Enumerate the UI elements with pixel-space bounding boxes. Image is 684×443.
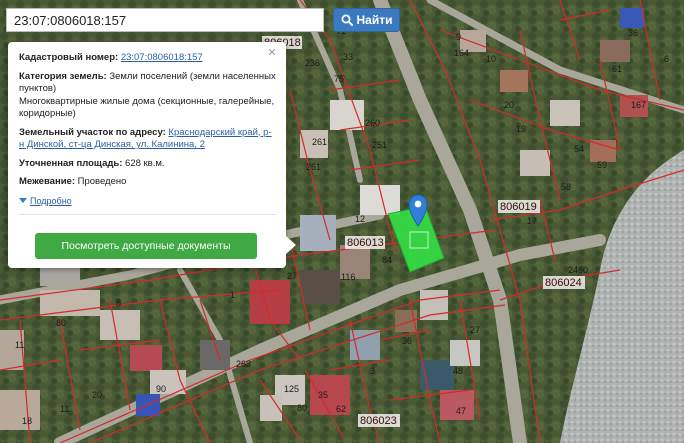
survey-value: Проведено bbox=[77, 176, 127, 187]
details-toggle[interactable]: Подробно bbox=[19, 195, 276, 208]
cadastral-number-label: Кадастровый номер: bbox=[19, 52, 119, 63]
parcel-label: 18 bbox=[22, 416, 32, 426]
parcel-label: 3 bbox=[370, 366, 375, 376]
parcel-label: 2460 bbox=[568, 265, 588, 275]
parcel-label: 11 bbox=[60, 404, 69, 414]
triangle-down-icon bbox=[19, 198, 27, 204]
parcel-label: 1 bbox=[230, 290, 235, 300]
parcel-label: 17 bbox=[527, 216, 537, 226]
parcel-label: 19 bbox=[516, 124, 526, 134]
popup-pointer bbox=[286, 236, 296, 254]
parcel-label: 35 bbox=[318, 390, 328, 400]
area-value: 628 кв.м. bbox=[125, 157, 165, 169]
popup-divider bbox=[19, 214, 276, 215]
parcel-label: 27 bbox=[287, 271, 297, 281]
parcel-label: 12 bbox=[355, 214, 365, 224]
parcel-label: 33 bbox=[343, 52, 353, 62]
view-documents-button[interactable]: Посмотреть доступные документы bbox=[35, 233, 257, 259]
parcel-label: 8 bbox=[116, 298, 121, 308]
parcel-label: 27 bbox=[470, 325, 480, 335]
parcel-info-popup: × Кадастровый номер: 23:07:0806018:157 К… bbox=[8, 42, 286, 268]
cadastral-search-input[interactable] bbox=[6, 8, 324, 32]
parcel-label: 54 bbox=[574, 144, 584, 154]
parcel-label: 20 bbox=[92, 390, 102, 400]
parcel-label: 6 bbox=[664, 54, 669, 64]
details-link[interactable]: Подробно bbox=[30, 195, 72, 208]
survey-row: Межевание: Проведено bbox=[19, 176, 276, 189]
land-category-row: Категория земель: Земли поселений (земли… bbox=[19, 71, 276, 121]
parcel-label: 263 bbox=[236, 359, 251, 369]
parcel-label: 84 bbox=[382, 255, 392, 265]
parcel-label: 125 bbox=[284, 384, 299, 394]
search-button[interactable]: Найти bbox=[333, 8, 400, 32]
parcel-label: 90 bbox=[156, 384, 166, 394]
parcel-label: 260 bbox=[365, 118, 380, 128]
parcel-label: 10 bbox=[486, 54, 496, 64]
survey-label: Межевание: bbox=[19, 176, 75, 187]
block-label: 806024 bbox=[545, 277, 582, 289]
parcel-label: 61 bbox=[612, 64, 622, 74]
search-bar: Найти bbox=[6, 8, 400, 32]
address-row: Земельный участок по адресу: Краснодарск… bbox=[19, 127, 276, 152]
parcel-label: 62 bbox=[336, 404, 346, 414]
parcel-label: 236 bbox=[305, 58, 320, 68]
parcel-label: 261 bbox=[306, 162, 321, 172]
land-usage-value: Многоквартирные жилые дома (секционные, … bbox=[19, 95, 275, 120]
block-label: 806023 bbox=[360, 415, 397, 427]
cadastral-number-link[interactable]: 23:07:0806018:157 bbox=[121, 52, 203, 63]
parcel-label: 164 bbox=[454, 48, 469, 58]
view-documents-label: Посмотреть доступные документы bbox=[61, 239, 231, 252]
parcel-label: 47 bbox=[456, 406, 466, 416]
area-row: Уточненная площадь: 628 кв.м. bbox=[19, 158, 276, 171]
parcel-label: 251 bbox=[372, 140, 387, 150]
parcel-label: 75 bbox=[334, 74, 344, 84]
area-label: Уточненная площадь: bbox=[19, 157, 123, 169]
parcel-label: 36 bbox=[402, 336, 412, 346]
parcel-label: 48 bbox=[453, 366, 463, 376]
parcel-label: 59 bbox=[597, 160, 607, 170]
cadastral-number-row: Кадастровый номер: 23:07:0806018:157 bbox=[19, 52, 276, 65]
search-button-label: Найти bbox=[356, 13, 393, 27]
parcel-label: 36 bbox=[628, 28, 638, 38]
parcel-label: 116 bbox=[341, 272, 355, 282]
parcel-label: 167 bbox=[631, 100, 646, 110]
parcel-label: 58 bbox=[561, 182, 571, 192]
parcel-label: 261 bbox=[312, 137, 327, 147]
search-icon bbox=[341, 14, 353, 26]
parcel-label: 80 bbox=[56, 318, 66, 328]
address-label: Земельный участок по адресу: bbox=[19, 126, 166, 138]
parcel-label: 80 bbox=[297, 403, 307, 413]
block-label: 806019 bbox=[500, 201, 537, 213]
block-label: 806013 bbox=[347, 237, 384, 249]
parcel-label: 20 bbox=[504, 100, 514, 110]
land-category-label: Категория земель: bbox=[19, 70, 107, 82]
parcel-label: 11 bbox=[15, 340, 24, 350]
close-icon[interactable]: × bbox=[265, 45, 279, 60]
parcel-label: 9 bbox=[456, 32, 461, 42]
